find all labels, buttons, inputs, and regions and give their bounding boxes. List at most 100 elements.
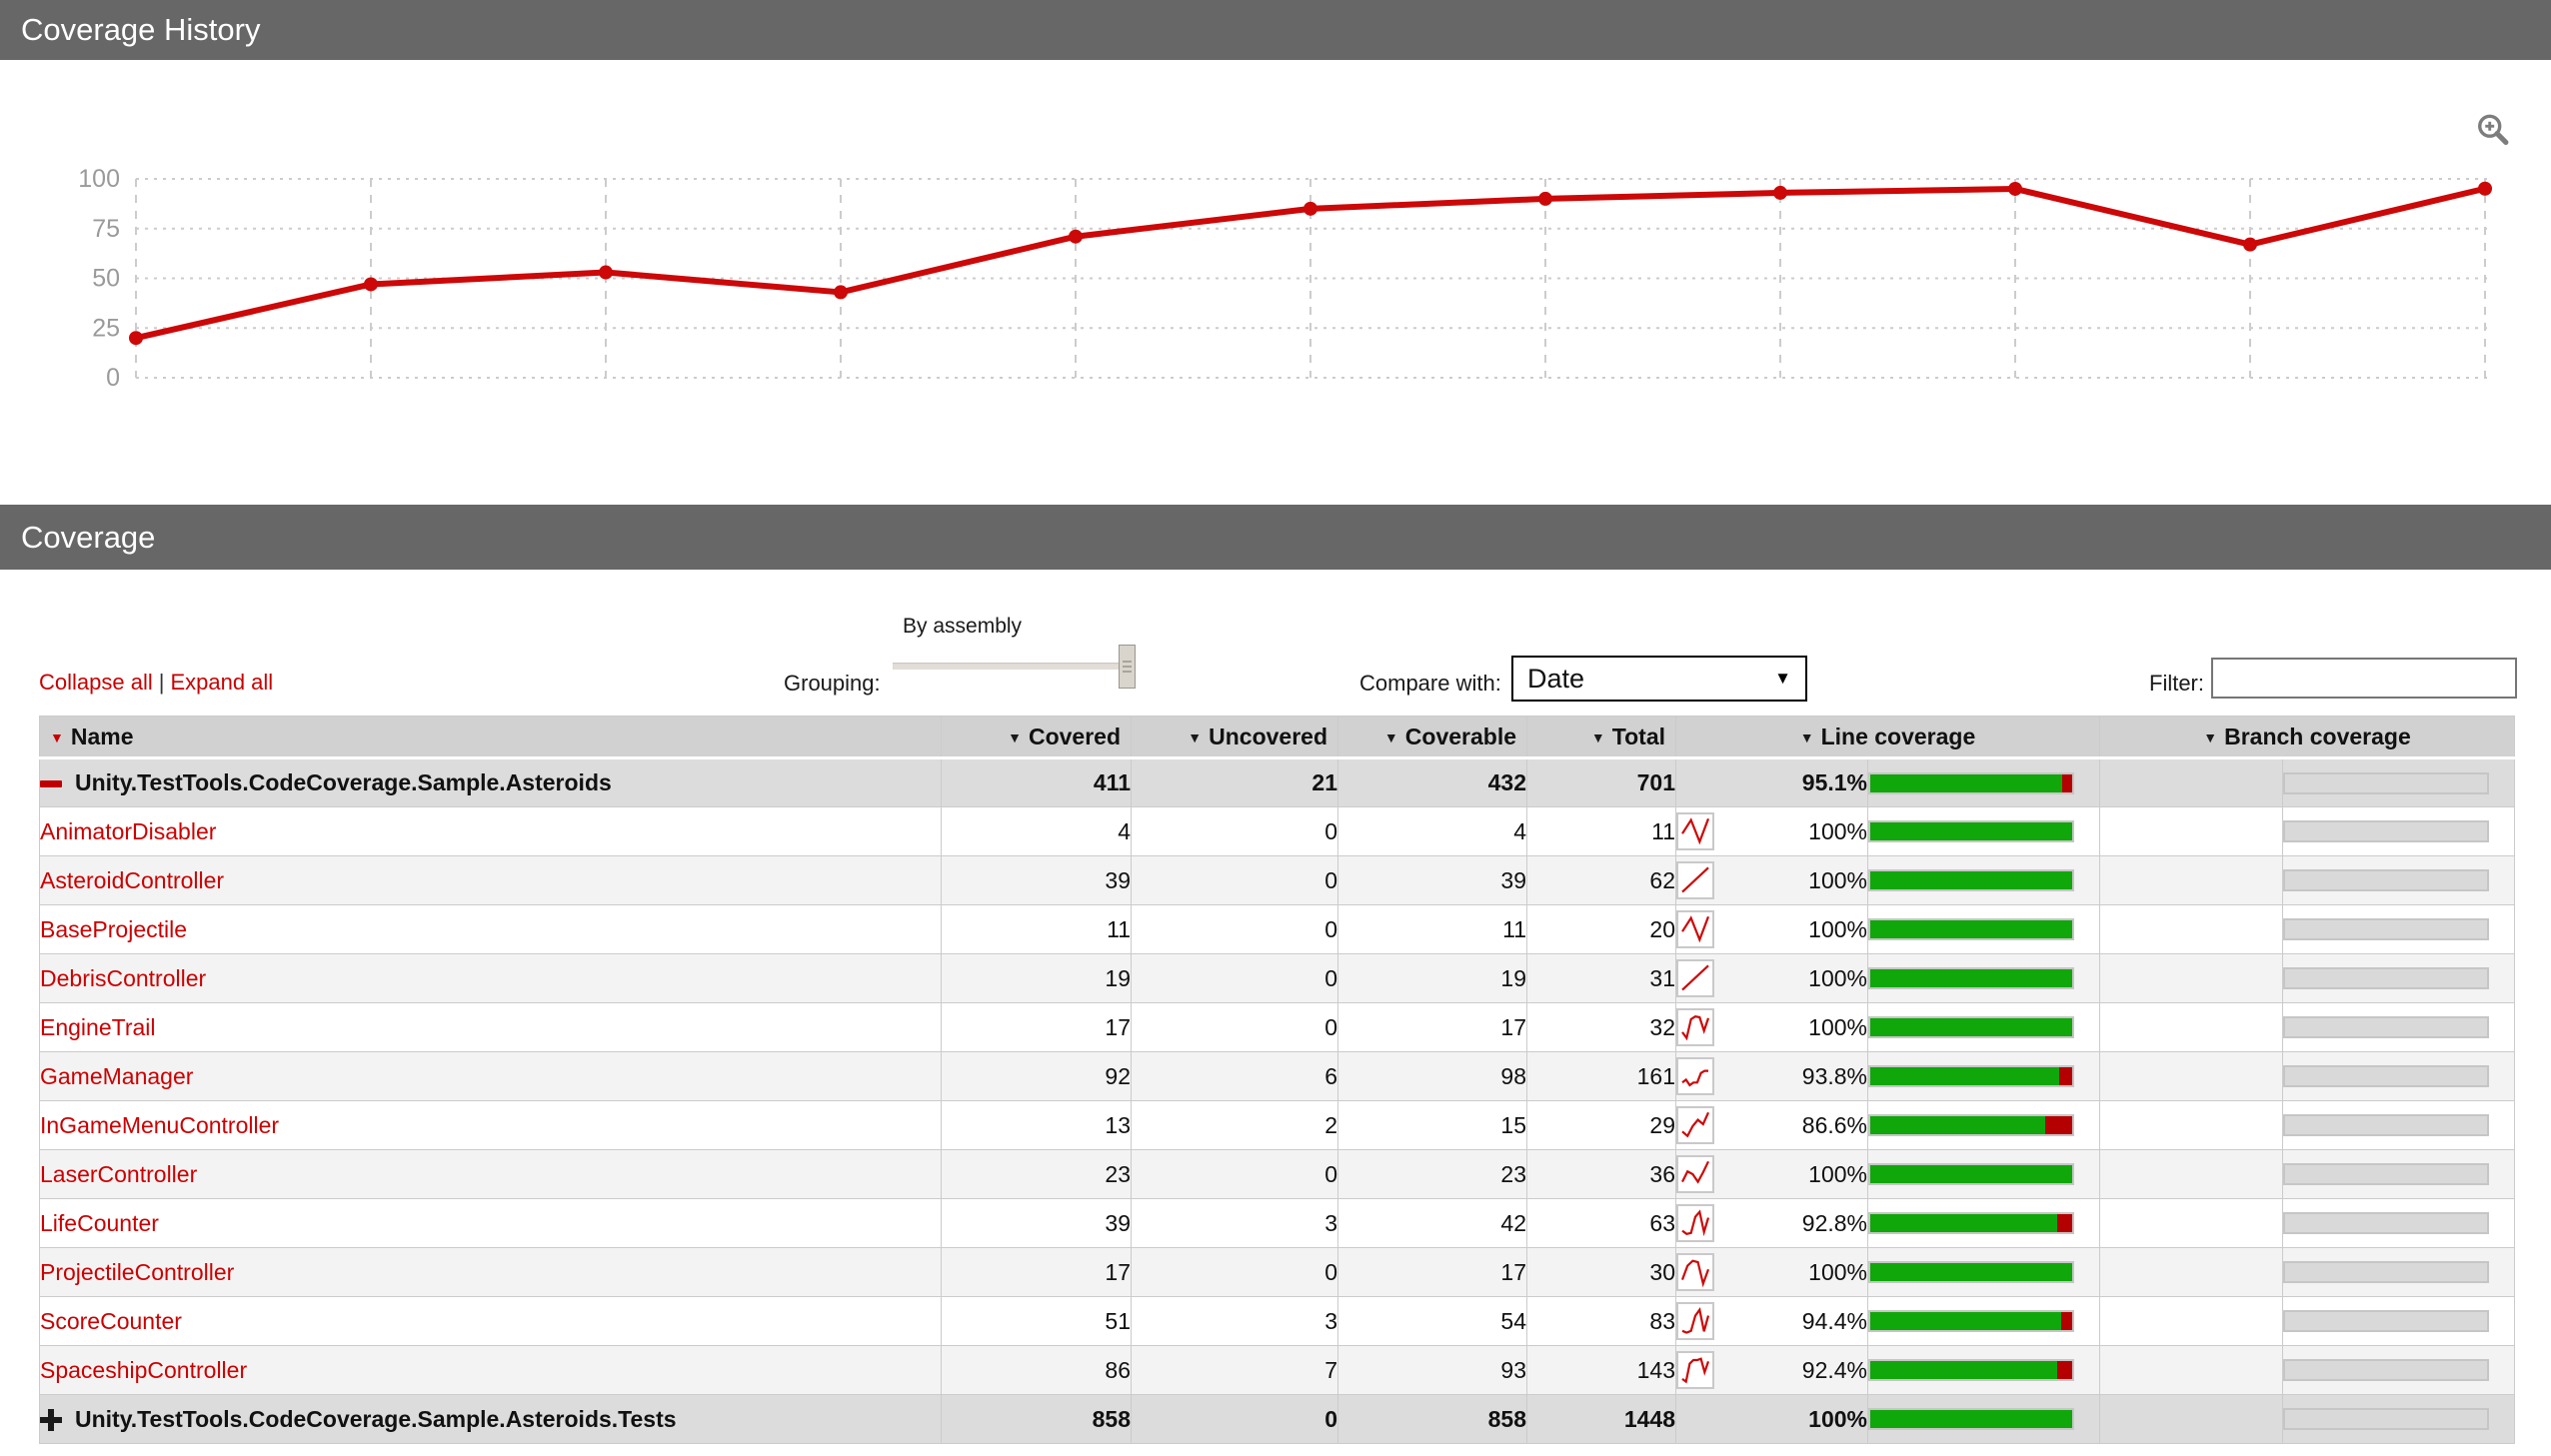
collapse-expand-links: Collapse all | Expand all [39,670,273,696]
history-sparkline [1676,1302,1714,1340]
line-coverage-bar [1868,869,2074,891]
column-header-coverable[interactable]: ▼ Coverable [1337,716,1527,759]
link-separator: | [158,670,165,695]
uncovered-value: 0 [1131,1002,1338,1052]
column-header-line-coverage[interactable]: ▼ Line coverage [1675,716,2100,759]
compare-with-label: Compare with: [1359,671,1501,696]
svg-text:50: 50 [92,265,120,293]
slider-thumb[interactable] [1119,645,1136,689]
zoom-in-icon[interactable] [2475,112,2513,150]
line-coverage-percent: 100% [1808,866,1867,893]
chevron-down-icon: ▼ [1774,669,1791,688]
branch-coverage-percent [2099,1100,2283,1150]
branch-coverage-bar [2283,1212,2489,1234]
history-line-chart: 0 25 50 75 100 [78,165,2492,392]
grouping-label: Grouping: [784,671,881,696]
branch-coverage-bar [2283,1359,2489,1381]
table-row: InGameMenuController 13 2 15 29 86.6% [39,1100,2515,1150]
branch-coverage-bar [2283,820,2489,842]
row-name[interactable]: ProjectileController [41,1259,235,1285]
branch-coverage-percent [2099,1394,2283,1444]
uncovered-value: 0 [1131,1149,1338,1199]
expand-all-link[interactable]: Expand all [170,670,273,695]
column-header-branch-coverage[interactable]: ▼ Branch coverage [2099,716,2515,759]
uncovered-value: 21 [1131,757,1338,807]
coverable-value: 54 [1337,1296,1527,1346]
table-row: LaserController 23 0 23 36 100% [39,1149,2515,1199]
row-name[interactable]: GameManager [41,1063,194,1089]
total-value: 1448 [1526,1394,1676,1444]
chart-point [2008,181,2022,196]
total-value: 30 [1526,1247,1676,1297]
row-name[interactable]: DebrisController [41,965,207,991]
expand-collapse-icon[interactable] [40,772,62,794]
row-name[interactable]: AsteroidController [41,867,225,893]
table-row: Unity.TestTools.CodeCoverage.Sample.Aste… [39,757,2515,807]
coverable-value: 19 [1337,953,1527,1003]
row-name[interactable]: InGameMenuController [41,1112,280,1138]
compare-with-select[interactable]: Date ▼ [1511,656,1807,702]
row-name[interactable]: SpaceshipController [41,1357,248,1383]
sort-arrow-icon: ▼ [1799,728,1814,745]
sort-arrow-icon: ▼ [50,728,64,745]
coverable-value: 93 [1337,1345,1527,1395]
line-coverage-percent: 93.8% [1801,1062,1867,1089]
sort-arrow-icon: ▼ [1188,728,1203,745]
row-name[interactable]: AnimatorDisabler [41,818,217,844]
line-coverage-bar [1868,1310,2074,1332]
row-name[interactable]: BaseProjectile [41,916,188,942]
line-coverage-bar [1868,918,2074,940]
covered-value: 86 [941,1345,1132,1395]
coverable-value: 17 [1337,1002,1527,1052]
uncovered-value: 6 [1131,1051,1338,1101]
chart-point [834,285,848,300]
row-name[interactable]: EngineTrail [41,1014,156,1040]
branch-coverage-percent [2099,757,2283,807]
column-header-total[interactable]: ▼ Total [1526,716,1676,759]
expand-collapse-icon[interactable] [40,1408,62,1431]
covered-value: 51 [941,1296,1132,1346]
coverage-table: ▼ Name ▼ Covered ▼ Uncovered ▼ Coverable ▼ To… [39,716,2515,1444]
line-coverage-percent: 100% [1808,1013,1867,1040]
grouping-slider[interactable] [893,645,1153,691]
covered-value: 4 [941,806,1132,856]
branch-coverage-bar [2283,1065,2489,1087]
filter-label: Filter: [2149,671,2204,696]
uncovered-value: 3 [1131,1296,1338,1346]
branch-coverage-bar [2283,1114,2489,1136]
coverage-history-header: Coverage History [0,0,2551,60]
chart-point [364,277,378,292]
row-name[interactable]: LifeCounter [41,1210,159,1236]
covered-value: 19 [941,953,1132,1003]
line-coverage-percent: 100% [1808,915,1867,942]
history-sparkline [1676,1155,1714,1193]
table-row: SpaceshipController 86 7 93 143 92.4% [39,1345,2515,1395]
history-sparkline [1676,1204,1714,1242]
chart-point [2478,181,2492,196]
branch-coverage-percent [2099,1002,2283,1052]
column-header-covered[interactable]: ▼ Covered [941,716,1132,759]
covered-value: 858 [941,1394,1132,1444]
line-coverage-percent: 100% [1808,964,1867,991]
chart-point [599,265,613,280]
uncovered-value: 7 [1131,1345,1338,1395]
row-name[interactable]: LaserController [41,1161,198,1187]
line-coverage-bar [1868,820,2074,842]
svg-text:75: 75 [92,215,120,243]
column-header-name[interactable]: ▼ Name [39,716,942,759]
branch-coverage-percent [2099,1247,2283,1297]
branch-coverage-bar [2283,1163,2489,1185]
column-header-uncovered[interactable]: ▼ Uncovered [1131,716,1338,759]
line-coverage-bar [1868,1212,2074,1234]
total-value: 31 [1526,953,1676,1003]
branch-coverage-bar [2283,1408,2489,1430]
collapse-all-link[interactable]: Collapse all [39,670,153,695]
table-row: GameManager 92 6 98 161 93.8% [39,1051,2515,1101]
row-name: Unity.TestTools.CodeCoverage.Sample.Aste… [75,769,612,795]
branch-coverage-percent [2099,1345,2283,1395]
line-coverage-percent: 86.6% [1801,1111,1867,1138]
row-name[interactable]: ScoreCounter [41,1308,182,1334]
filter-input[interactable] [2211,658,2517,699]
total-value: 143 [1526,1345,1676,1395]
slider-track[interactable] [893,663,1136,670]
